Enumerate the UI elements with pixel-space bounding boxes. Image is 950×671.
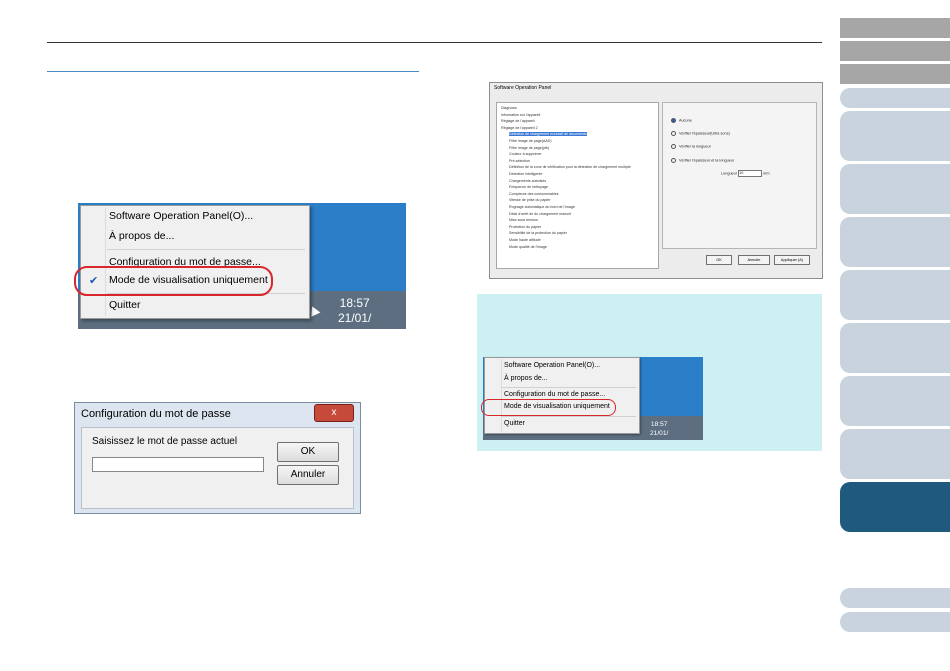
taskbar-clock: 18:57 21/01/ [338, 296, 371, 326]
menu-separator [502, 416, 636, 417]
nav-tab[interactable] [840, 429, 950, 479]
highlight-ellipse [74, 266, 273, 296]
clock-time: 18:57 [339, 296, 370, 310]
password-prompt: Saisissez le mot de passe actuel [92, 436, 238, 447]
tree-node[interactable]: Rognage automatique du bord de l'image [509, 205, 575, 209]
tree-node[interactable]: Compteurs des consommables [509, 192, 559, 196]
software-operation-panel-window: Software Operation Panel Diagnosis Inform… [489, 82, 823, 279]
menu-separator [502, 387, 636, 388]
tray-context-menu: Software Operation Panel(O)... À propos … [80, 205, 310, 319]
menu-item-password-config[interactable]: Configuration du mot de passe... [504, 391, 605, 398]
menu-item-quit[interactable]: Quitter [109, 299, 141, 311]
dialog-body: Saisissez le mot de passe actuel OK Annu… [81, 427, 354, 509]
apply-button[interactable]: Appliquer (A) [774, 255, 810, 265]
taskbar-clock: 18:57 21/01/ [650, 420, 668, 438]
clock-date: 21/01/ [650, 430, 669, 437]
tree-node[interactable]: Protection du papier [509, 225, 541, 229]
dialog-title: Configuration du mot de passe [81, 408, 231, 420]
radio-label: Vérifier l'épaisseur et la longueur [679, 158, 735, 163]
menu-item-software-operation-panel[interactable]: Software Operation Panel(O)... [504, 362, 600, 369]
radio-option[interactable]: Vérifier la longueur [671, 144, 711, 149]
section-rule [47, 71, 419, 72]
nav-tab[interactable] [840, 588, 950, 608]
radio-option[interactable]: Aucune [671, 118, 692, 123]
window-title: Software Operation Panel [494, 85, 552, 91]
cancel-button[interactable]: Annuler [738, 255, 770, 265]
tree-node[interactable]: Filtre image de page(ptb) [509, 146, 549, 150]
radio-icon [671, 131, 676, 136]
menu-item-software-operation-panel[interactable]: Software Operation Panel(O)... [109, 210, 253, 222]
menu-gutter [105, 208, 106, 316]
tree-node[interactable]: Filtre image de page(AAD) [509, 139, 552, 143]
length-input[interactable]: 10 [738, 170, 763, 177]
radio-label: Vérifier la longueur [679, 144, 711, 149]
password-dialog: Configuration du mot de passe x Saisisse… [74, 402, 361, 514]
menu-item-about[interactable]: À propos de... [109, 230, 174, 242]
radio-selected-icon [671, 118, 676, 123]
tree-node[interactable]: Information sur l'appareil [501, 113, 540, 117]
tree-node[interactable]: Détection intelligente [509, 172, 542, 176]
nav-tab[interactable] [840, 41, 950, 61]
radio-label: Aucune [679, 118, 692, 123]
clock-date: 21/01/ [338, 311, 372, 325]
length-unit: mm [763, 171, 770, 176]
nav-tab-active[interactable] [840, 482, 950, 532]
tray-context-menu: Software Operation Panel(O)... À propos … [484, 357, 640, 434]
tree-node[interactable]: Réglage de l'appareil [501, 119, 535, 123]
tree-node[interactable]: Mode qualité de l'image [509, 245, 547, 249]
cancel-button[interactable]: Annuler [277, 465, 339, 485]
nav-tab[interactable] [840, 88, 950, 108]
ok-button[interactable]: OK [706, 255, 732, 265]
nav-tab[interactable] [840, 164, 950, 214]
close-icon[interactable]: x [314, 404, 354, 422]
password-input[interactable] [92, 457, 264, 472]
tree-node[interactable]: Diagnosis [501, 106, 517, 110]
tree-node[interactable]: Réglage de l'appareil 2 [501, 126, 538, 130]
tree-node[interactable]: Fréquence de nettoyage [509, 185, 548, 189]
nav-tab[interactable] [840, 270, 950, 320]
menu-separator [107, 249, 305, 250]
length-row: Longueur 10 mm [721, 170, 770, 177]
nav-tab[interactable] [840, 376, 950, 426]
radio-icon [671, 144, 676, 149]
tree-node[interactable]: Définition de la zone de vérification po… [509, 165, 631, 169]
tree-node[interactable]: Chargements autorisés [509, 179, 546, 183]
radio-option[interactable]: Vérifier l'épaisseur(Ultra sons) [671, 131, 730, 136]
nav-tab[interactable] [840, 323, 950, 373]
clock-time: 18:57 [650, 421, 668, 428]
tree-node[interactable]: Détection de chargement excessif de docu… [509, 132, 587, 137]
highlight-ellipse [481, 399, 616, 416]
radio-icon [671, 158, 676, 163]
tree-node[interactable]: Mode haute altitude [509, 238, 541, 242]
tree-node[interactable]: Vitesse de prise du papier [509, 198, 551, 202]
menu-gutter [501, 359, 502, 432]
menu-item-about[interactable]: À propos de... [504, 375, 548, 382]
tree-node[interactable]: Pré-sélection [509, 159, 530, 163]
menu-item-quit[interactable]: Quitter [504, 420, 525, 427]
header-rule [47, 42, 822, 43]
nav-tab[interactable] [840, 18, 950, 38]
length-label: Longueur [721, 171, 738, 176]
nav-tab[interactable] [840, 217, 950, 267]
settings-pane: Aucune Vérifier l'épaisseur(Ultra sons) … [662, 102, 817, 249]
tree-node[interactable]: Sensibilité de la protection du papier [509, 231, 567, 235]
radio-label: Vérifier l'épaisseur(Ultra sons) [679, 131, 730, 136]
settings-tree: Diagnosis Information sur l'appareil Régla… [496, 102, 659, 269]
radio-option[interactable]: Vérifier l'épaisseur et la longueur [671, 158, 734, 163]
tree-node[interactable]: Couleur à supprimer [509, 152, 542, 156]
tree-node[interactable]: Délai d'arrêt de du chargement manuel [509, 212, 571, 216]
nav-tab[interactable] [840, 111, 950, 161]
tree-node[interactable]: Mise sous tension [509, 218, 538, 222]
nav-tab[interactable] [840, 64, 950, 84]
ok-button[interactable]: OK [277, 442, 339, 462]
nav-tab[interactable] [840, 612, 950, 632]
